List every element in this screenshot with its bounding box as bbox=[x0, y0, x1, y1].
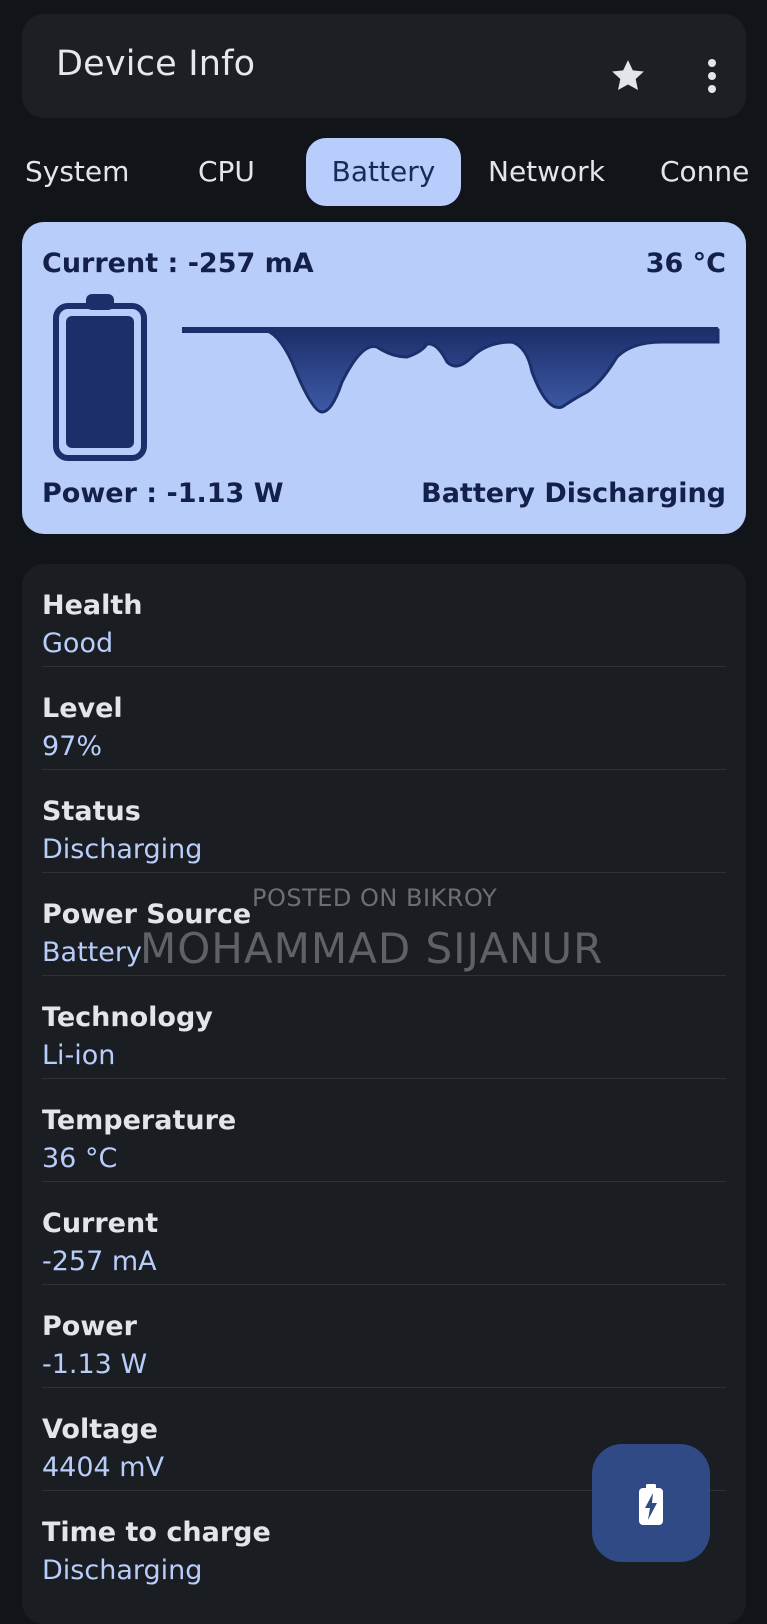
item-label: Voltage bbox=[42, 1414, 158, 1445]
temperature-reading: 36 °C bbox=[645, 248, 726, 279]
list-item: Technology Li-ion bbox=[42, 976, 726, 1079]
item-label: Technology bbox=[42, 1002, 213, 1033]
item-label: Level bbox=[42, 693, 123, 724]
item-value: Good bbox=[42, 628, 114, 659]
star-icon[interactable] bbox=[608, 56, 648, 96]
power-reading: Power : -1.13 W bbox=[42, 478, 284, 509]
item-label: Health bbox=[42, 590, 143, 621]
current-reading: Current : -257 mA bbox=[42, 248, 314, 279]
more-vert-icon[interactable] bbox=[700, 58, 724, 98]
tab-system[interactable]: System bbox=[25, 138, 129, 206]
list-item: Current -257 mA bbox=[42, 1182, 726, 1285]
charging-state: Battery Discharging bbox=[421, 478, 726, 509]
item-value: Discharging bbox=[42, 1555, 203, 1586]
list-item: Power -1.13 W bbox=[42, 1285, 726, 1388]
item-label: Temperature bbox=[42, 1105, 237, 1136]
item-label: Time to charge bbox=[42, 1517, 271, 1548]
list-item: Health Good bbox=[42, 564, 726, 667]
current-graph bbox=[182, 327, 720, 414]
item-value: -1.13 W bbox=[42, 1349, 148, 1380]
tab-battery[interactable]: Battery bbox=[306, 138, 461, 206]
list-item: Status Discharging bbox=[42, 770, 726, 873]
item-label: Status bbox=[42, 796, 141, 827]
battery-summary-card: Current : -257 mA 36 °C Power : -1.13 W … bbox=[22, 222, 746, 534]
item-value: 4404 mV bbox=[42, 1452, 165, 1483]
battery-fab-button[interactable] bbox=[592, 1444, 710, 1562]
watermark-line1: POSTED ON BIKROY bbox=[252, 884, 498, 912]
item-label: Current bbox=[42, 1208, 159, 1239]
top-app-bar: Device Info bbox=[22, 14, 746, 118]
item-value: 36 °C bbox=[42, 1143, 118, 1174]
tab-connectivity[interactable]: Conne bbox=[660, 138, 749, 206]
item-value: -257 mA bbox=[42, 1246, 157, 1277]
item-value: Li-ion bbox=[42, 1040, 116, 1071]
battery-icon bbox=[53, 294, 147, 461]
item-value: 97% bbox=[42, 731, 103, 762]
watermark-line2: MOHAMMAD SIJANUR bbox=[140, 924, 604, 973]
tab-network[interactable]: Network bbox=[488, 138, 605, 206]
item-value: Battery bbox=[42, 937, 142, 968]
list-item: Temperature 36 °C bbox=[42, 1079, 726, 1182]
list-item: Level 97% bbox=[42, 667, 726, 770]
app-title: Device Info bbox=[56, 44, 256, 84]
tab-cpu[interactable]: CPU bbox=[198, 138, 255, 206]
item-value: Discharging bbox=[42, 834, 203, 865]
tab-bar: System CPU Battery Network Conne bbox=[0, 138, 767, 206]
item-label: Power bbox=[42, 1311, 137, 1342]
battery-charging-icon bbox=[639, 1484, 663, 1525]
